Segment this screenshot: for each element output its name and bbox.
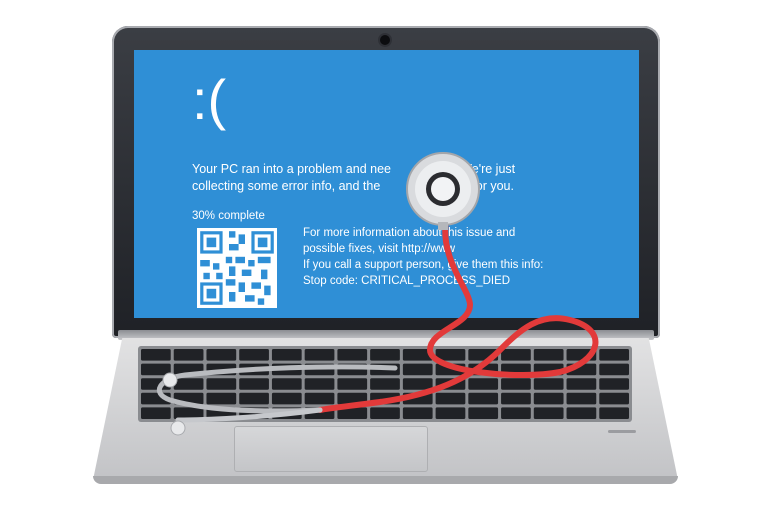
keyboard-key	[435, 392, 466, 405]
laptop-keyboard	[138, 346, 632, 422]
keyboard-key	[468, 407, 499, 419]
keyboard-key	[468, 349, 499, 361]
keyboard-key	[337, 392, 368, 405]
keyboard-key	[402, 363, 433, 376]
keyboard-key	[173, 378, 204, 390]
laptop-scene: :( Your PC ran into a problem and nee s. …	[0, 0, 775, 517]
keyboard-key	[435, 349, 466, 361]
keyboard-key	[501, 378, 531, 390]
keyboard-key	[370, 349, 400, 361]
info-line-support-person: If you call a support person, give them …	[303, 259, 544, 271]
keyboard-key	[599, 349, 629, 361]
keyboard-key	[173, 392, 204, 405]
keyboard-key	[304, 378, 335, 390]
sad-face-emoticon: :(	[192, 68, 227, 131]
keyboard-key	[599, 392, 629, 405]
keyboard-key	[533, 407, 564, 419]
keyboard-key	[370, 378, 400, 390]
laptop-base-front-edge	[93, 476, 678, 484]
keyboard-key	[271, 349, 302, 361]
keyboard-key	[501, 349, 531, 361]
keyboard-key	[402, 378, 433, 390]
keyboard-key	[468, 392, 499, 405]
keyboard-key	[337, 407, 368, 419]
keyboard-key	[566, 378, 597, 390]
keyboard-key	[141, 392, 171, 405]
error-message-line1: Your PC ran into a problem and nee	[192, 162, 391, 176]
error-message-line2-end: for you.	[472, 179, 514, 193]
keyboard-key	[173, 407, 204, 419]
keyboard-key	[239, 392, 269, 405]
keyboard-key	[271, 407, 302, 419]
keyboard-key	[566, 392, 597, 405]
keyboard-key	[402, 407, 433, 419]
keyboard-key	[239, 363, 269, 376]
keyboard-key	[599, 378, 629, 390]
keyboard-key	[239, 407, 269, 419]
keyboard-key	[402, 349, 433, 361]
keyboard-key	[402, 392, 433, 405]
keyboard-key	[370, 407, 400, 419]
keyboard-key	[304, 407, 335, 419]
keyboard-key	[271, 363, 302, 376]
keyboard-key	[435, 407, 466, 419]
keyboard-key	[533, 349, 564, 361]
keyboard-key	[206, 349, 237, 361]
keyboard-key	[337, 349, 368, 361]
keyboard-key	[435, 363, 466, 376]
keyboard-key	[501, 363, 531, 376]
keyboard-key	[239, 349, 269, 361]
keyboard-key	[566, 407, 597, 419]
keyboard-key	[271, 392, 302, 405]
info-line-more-information: For more information about this issue an…	[303, 227, 516, 239]
keyboard-key	[206, 392, 237, 405]
keyboard-key	[239, 378, 269, 390]
keyboard-key	[370, 363, 400, 376]
keyboard-key	[566, 349, 597, 361]
keyboard-key	[271, 378, 302, 390]
keyboard-key	[468, 363, 499, 376]
webcam	[380, 35, 390, 45]
status-led	[608, 430, 636, 433]
keyboard-key	[533, 392, 564, 405]
keyboard-key	[501, 392, 531, 405]
qr-code-icon	[197, 228, 277, 308]
progress-text: 30% complete	[192, 210, 265, 222]
error-message-line1-end: s. We're just	[446, 162, 516, 176]
support-info: For more information about this issue an…	[303, 225, 623, 289]
keyboard-key	[304, 363, 335, 376]
keyboard-key	[337, 363, 368, 376]
keyboard-key	[599, 363, 629, 376]
keyboard-key	[533, 378, 564, 390]
info-line-visit-url: possible fixes, visit http://www	[303, 243, 456, 255]
keyboard-key	[304, 349, 335, 361]
bsod-screen: :( Your PC ran into a problem and nee s. …	[134, 50, 639, 318]
keyboard-key	[304, 392, 335, 405]
keyboard-key	[141, 349, 171, 361]
keyboard-key	[141, 363, 171, 376]
error-message: Your PC ran into a problem and nee s. We'…	[192, 161, 622, 195]
keyboard-key	[501, 407, 531, 419]
error-message-line2: collecting some error info, and the	[192, 179, 381, 193]
keyboard-key	[337, 378, 368, 390]
keyboard-key	[141, 407, 171, 419]
stop-code: Stop code: CRITICAL_PROCESS_DIED	[303, 275, 511, 287]
keyboard-key	[141, 378, 171, 390]
keyboard-key	[370, 392, 400, 405]
keyboard-key	[468, 378, 499, 390]
keyboard-key	[533, 363, 564, 376]
keyboard-key	[173, 349, 204, 361]
keyboard-key	[206, 378, 237, 390]
keyboard-key	[599, 407, 629, 419]
laptop-touchpad	[234, 426, 428, 472]
keyboard-key	[206, 407, 237, 419]
keyboard-key	[566, 363, 597, 376]
keyboard-key	[435, 378, 466, 390]
keyboard-key	[206, 363, 237, 376]
keyboard-key	[173, 363, 204, 376]
